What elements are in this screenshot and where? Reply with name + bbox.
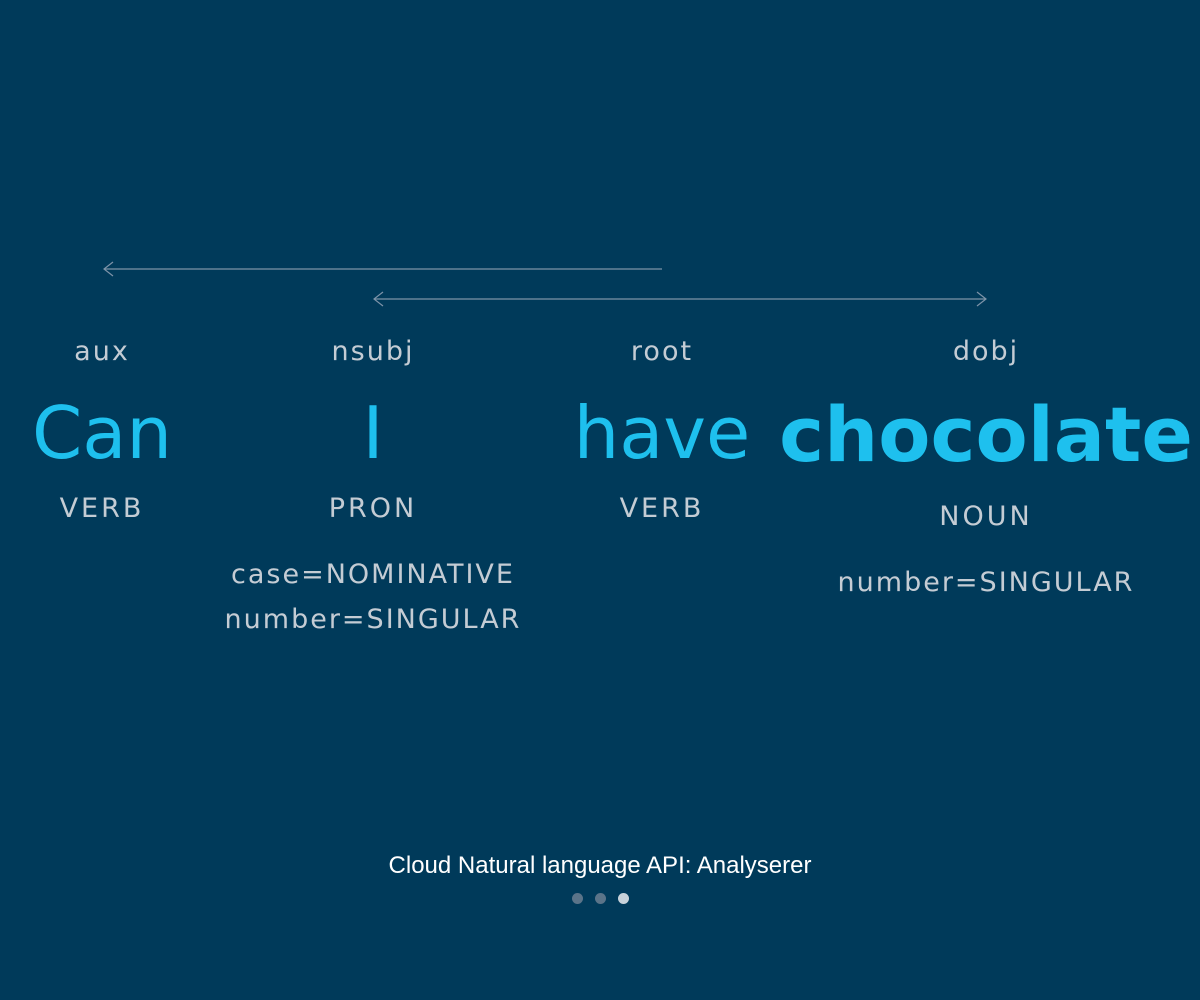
slide-caption: Cloud Natural language API: Analyserer (388, 852, 812, 879)
relation-label: dobj (952, 336, 1020, 367)
pos-tag: VERB (619, 493, 705, 524)
dependency-diagram: aux Can VERB nsubj I PRON case=NOMINATIV… (0, 0, 1200, 1000)
morphology-features: number=SINGULAR (838, 560, 1135, 605)
pager-dot-2[interactable] (594, 893, 606, 904)
morphology-features: case=NOMINATIVE number=SINGULAR (225, 552, 522, 642)
feature-number: number=SINGULAR (837, 567, 1135, 598)
pos-tag: PRON (328, 493, 418, 524)
pos-tag: VERB (59, 493, 145, 524)
token-word: have (573, 391, 751, 475)
token-word: I (362, 391, 384, 475)
relation-label: root (630, 336, 694, 367)
slide-pager (0, 893, 1200, 904)
feature-number: number=SINGULAR (224, 604, 522, 635)
arc-nsubj-dobj (373, 291, 987, 307)
token-word: chocolate (779, 390, 1193, 479)
relation-label: nsubj (331, 336, 415, 367)
pager-dot-3[interactable] (617, 893, 629, 904)
arc-aux (103, 261, 662, 277)
pager-dot-1[interactable] (571, 893, 583, 904)
pos-tag: NOUN (939, 501, 1033, 532)
token-word: Can (31, 391, 173, 475)
feature-case: case=NOMINATIVE (231, 559, 515, 590)
relation-label: aux (74, 336, 130, 367)
dependency-arcs (103, 261, 987, 307)
